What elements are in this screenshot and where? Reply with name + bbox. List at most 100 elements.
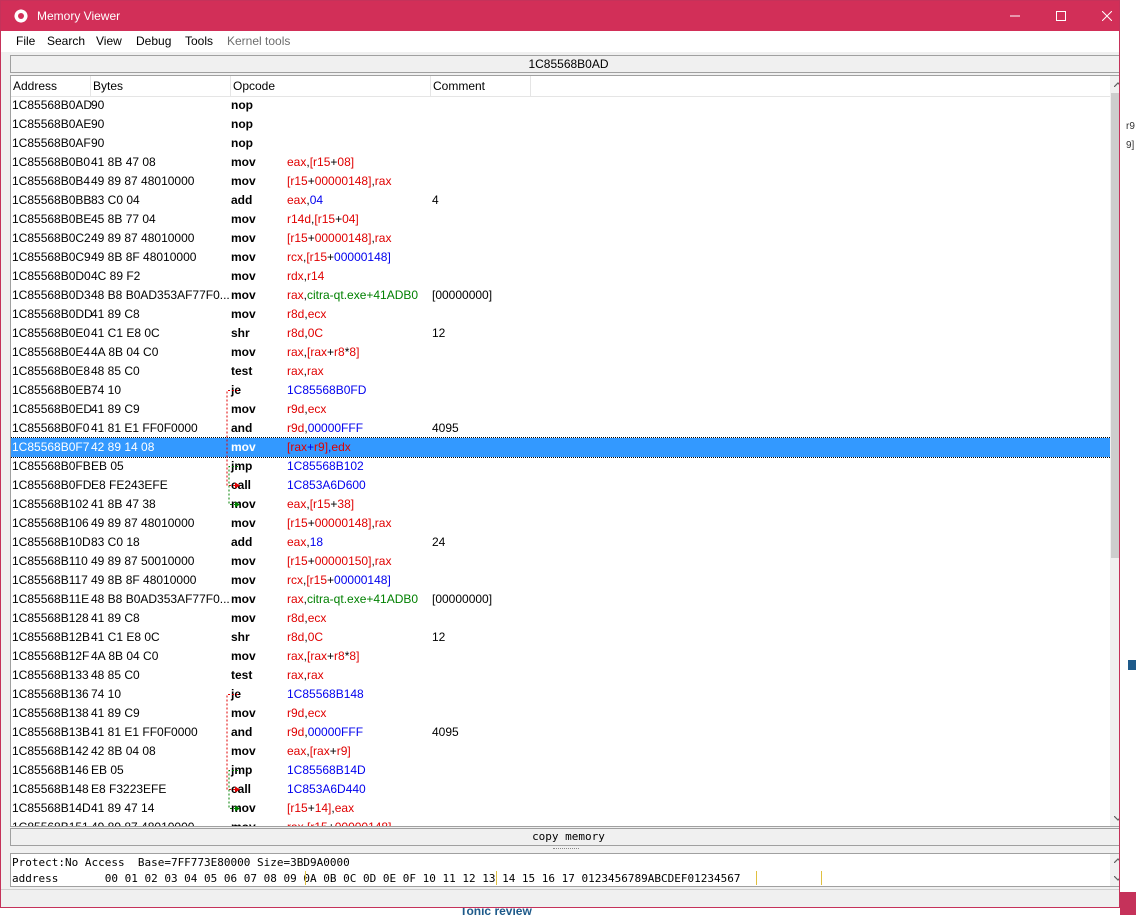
scroll-up-arrow[interactable]: [1110, 76, 1119, 92]
disassembly-row[interactable]: 1C85568B0FB EB 05 jmp 1C85568B102: [11, 457, 1111, 476]
disassembly-row[interactable]: 1C85568B138 41 89 C9 mov r9d,ecx: [11, 704, 1111, 723]
row-address: 1C85568B0BB: [12, 193, 92, 207]
disassembly-row[interactable]: 1C85568B133 48 85 C0 test rax,rax: [11, 666, 1111, 685]
menu-kernel-tools[interactable]: Kernel tools: [227, 34, 290, 48]
column-header-comment[interactable]: Comment: [433, 79, 485, 93]
disassembly-row[interactable]: 1C85568B102 41 8B 47 38 mov eax,[r15+38]: [11, 495, 1111, 514]
disassembly-row[interactable]: 1C85568B0E0 41 C1 E8 0C shr r8d,0C 12: [11, 324, 1111, 343]
disassembly-row[interactable]: 1C85568B142 42 8B 04 08 mov eax,[rax+r9]: [11, 742, 1111, 761]
disassembly-row[interactable]: 1C85568B0F0 41 81 E1 FF0F0000 and r9d,00000…: [11, 419, 1111, 438]
disassembly-row[interactable]: 1C85568B106 49 89 87 48010000 mov [r15+0000…: [11, 514, 1111, 533]
disassembly-row[interactable]: 1C85568B12B 41 C1 E8 0C shr r8d,0C 12: [11, 628, 1111, 647]
row-bytes: 42 8B 04 08: [91, 744, 156, 758]
disassembly-row[interactable]: 1C85568B0C9 49 8B 8F 48010000 mov rcx,[r15+…: [11, 248, 1111, 267]
disassembly-row[interactable]: 1C85568B0ED 41 89 C9 mov r9d,ecx: [11, 400, 1111, 419]
disassembly-row[interactable]: 1C85568B148 E8 F3223EFE call 1C853A6D440: [11, 780, 1111, 799]
row-address: 1C85568B0B0: [12, 155, 91, 169]
operand-token: 1C853A6D600: [287, 478, 366, 492]
operand-token: 1C853A6D440: [287, 782, 366, 796]
operand-token: r9d: [287, 706, 305, 720]
operand-token: 14]: [314, 801, 332, 815]
menu-search[interactable]: Search: [47, 34, 85, 48]
scroll-thumb[interactable]: [1111, 93, 1119, 558]
disassembly-row[interactable]: 1C85568B151 49 89 87 48010000 mov rax,[r15+…: [11, 818, 1111, 826]
hex-scrollbar[interactable]: [1110, 854, 1120, 886]
row-address: 1C85568B11E: [12, 592, 90, 606]
row-address: 1C85568B0AE: [12, 117, 92, 131]
disassembly-row[interactable]: 1C85568B0E8 48 85 C0 test rax,rax: [11, 362, 1111, 381]
column-separator[interactable]: [90, 76, 91, 96]
disassembly-row[interactable]: 1C85568B0AD 90 nop: [11, 96, 1111, 115]
disassembly-row[interactable]: 1C85568B146 EB 05 jmp 1C85568B14D: [11, 761, 1111, 780]
disassembly-row[interactable]: 1C85568B0D0 4C 89 F2 mov rdx,r14: [11, 267, 1111, 286]
disassembly-row[interactable]: 1C85568B14D 41 89 47 14 mov [r15+14],eax: [11, 799, 1111, 818]
disassembly-row[interactable]: 1C85568B0D3 48 B8 B0AD353AF77F0... mov rax,…: [11, 286, 1111, 305]
close-button[interactable]: [1084, 1, 1119, 31]
minimize-button[interactable]: [992, 1, 1038, 31]
column-separator[interactable]: [430, 76, 431, 96]
row-operands: rcx,[r15+00000148]: [287, 571, 391, 590]
disassembly-row[interactable]: 1C85568B0F7 42 89 14 08 mov [rax+r9],edx: [11, 437, 1112, 458]
operand-token: 00000FFF: [307, 725, 364, 739]
disassembly-row[interactable]: 1C85568B13B 41 81 E1 FF0F0000 and r9d,00000…: [11, 723, 1111, 742]
title-bar[interactable]: Memory Viewer: [1, 1, 1119, 31]
column-separator[interactable]: [530, 76, 531, 96]
menu-debug[interactable]: Debug: [136, 34, 171, 48]
chevron-up-icon[interactable]: [1114, 858, 1120, 863]
operand-token: rax: [287, 592, 304, 606]
splitter-grip[interactable]: [553, 848, 579, 851]
disassembly-row[interactable]: 1C85568B110 49 89 87 50010000 mov [r15+0000…: [11, 552, 1111, 571]
menu-tools[interactable]: Tools: [185, 34, 213, 48]
row-bytes: 41 89 47 14: [91, 801, 155, 815]
disassembly-row[interactable]: 1C85568B0BB 83 C0 04 add eax,04 4: [11, 191, 1111, 210]
operand-token: ecx: [307, 611, 327, 625]
row-operands: 1C85568B102: [287, 457, 364, 476]
row-bytes: 41 89 C8: [91, 611, 140, 625]
operand-token: 04: [309, 193, 324, 207]
disassembly-row[interactable]: 1C85568B0C2 49 89 87 48010000 mov [r15+0000…: [11, 229, 1111, 248]
background-block: [1128, 660, 1136, 670]
maximize-button[interactable]: [1038, 1, 1084, 31]
row-operands: [r15+00000148],rax: [287, 172, 391, 191]
disassembly-row[interactable]: 1C85568B0DD 41 89 C8 mov r8d,ecx: [11, 305, 1111, 324]
disassembly-row[interactable]: 1C85568B0AF 90 nop: [11, 134, 1111, 153]
row-mnemonic: shr: [231, 630, 250, 644]
disassembly-row[interactable]: 1C85568B11E 48 B8 B0AD353AF77F0... mov rax,…: [11, 590, 1111, 609]
row-address: 1C85568B0AF: [12, 136, 91, 150]
disassembly-row[interactable]: 1C85568B136 74 10 je 1C85568B148: [11, 685, 1111, 704]
disassembly-row[interactable]: 1C85568B0BE 45 8B 77 04 mov r14d,[r15+04]: [11, 210, 1111, 229]
column-header-bytes[interactable]: Bytes: [93, 79, 123, 93]
disassembler-scrollbar[interactable]: [1110, 76, 1119, 826]
disassembly-row[interactable]: 1C85568B10D 83 C0 18 add eax,18 24: [11, 533, 1111, 552]
row-operands: eax,[r15+08]: [287, 153, 354, 172]
disassembly-row[interactable]: 1C85568B0E4 4A 8B 04 C0 mov rax,[rax+r8*8]: [11, 343, 1111, 362]
disassembly-row[interactable]: 1C85568B12F 4A 8B 04 C0 mov rax,[rax+r8*8]: [11, 647, 1111, 666]
disassembly-row[interactable]: 1C85568B0EB 74 10 je 1C85568B0FD: [11, 381, 1111, 400]
disassembler-header: Address Bytes Opcode Comment: [11, 76, 1111, 97]
column-separator[interactable]: [230, 76, 231, 96]
scroll-down-arrow[interactable]: [1110, 810, 1119, 826]
copy-memory-button[interactable]: copy memory: [10, 828, 1119, 846]
current-address-bar[interactable]: 1C85568B0AD: [10, 55, 1119, 73]
hex-column-divider: [821, 871, 822, 885]
disassembly-row[interactable]: 1C85568B0FD E8 FE243EFE call 1C853A6D600: [11, 476, 1111, 495]
disassembly-row[interactable]: 1C85568B128 41 89 C8 mov r8d,ecx: [11, 609, 1111, 628]
column-header-address[interactable]: Address: [13, 79, 57, 93]
row-mnemonic: jmp: [231, 459, 253, 473]
hex-view[interactable]: Protect:No Access Base=7FF773E80000 Size…: [10, 853, 1120, 887]
menu-file[interactable]: File: [16, 34, 35, 48]
column-header-opcode[interactable]: Opcode: [233, 79, 275, 93]
disassembler-view[interactable]: Address Bytes Opcode Comment 1C85568B0AD…: [10, 75, 1119, 827]
row-address: 1C85568B0C2: [12, 231, 91, 245]
disassembly-row[interactable]: 1C85568B117 49 8B 8F 48010000 mov rcx,[r15+…: [11, 571, 1111, 590]
row-mnemonic: and: [231, 725, 253, 739]
menu-view[interactable]: View: [96, 34, 122, 48]
row-operands: rax,citra-qt.exe+41ADB0: [287, 590, 418, 609]
disassembly-row[interactable]: 1C85568B0B0 41 8B 47 08 mov eax,[r15+08]: [11, 153, 1111, 172]
operand-token: +: [307, 554, 315, 568]
operand-token: r14: [307, 269, 325, 283]
chevron-down-icon[interactable]: [1114, 876, 1120, 881]
disassembly-row[interactable]: 1C85568B0B4 49 89 87 48010000 mov [r15+0000…: [11, 172, 1111, 191]
disassembly-row[interactable]: 1C85568B0AE 90 nop: [11, 115, 1111, 134]
row-operands: rax,[rax+r8*8]: [287, 647, 359, 666]
